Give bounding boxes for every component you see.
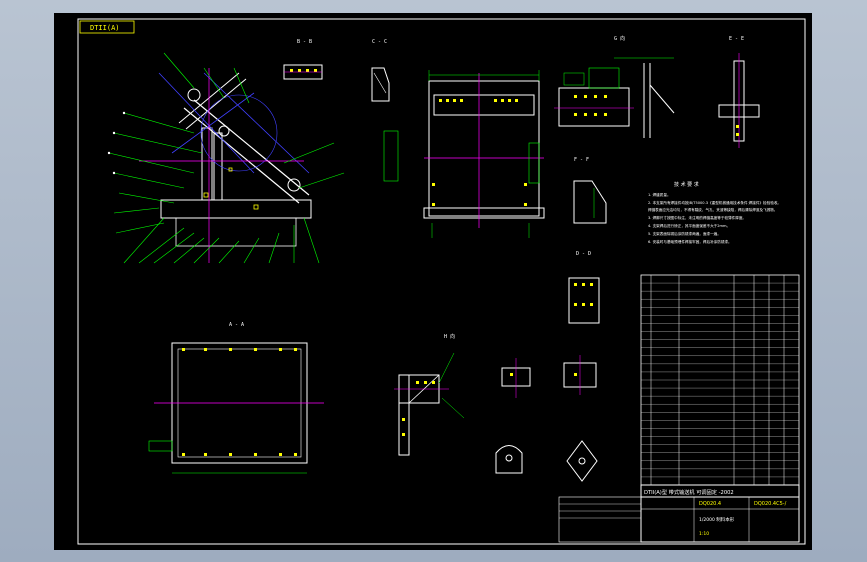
svg-text:4. 支架焊后进行矫正，其平面度误差不大于2mm。: 4. 支架焊后进行矫正，其平面度误差不大于2mm。 [648,223,730,228]
main-title: DTII(A)型 带式输送机 可调固定 -2002 [644,488,734,496]
svg-text:G 向: G 向 [614,35,625,42]
section-e-e-view: E - E [718,36,760,148]
svg-text:C - C: C - C [372,39,387,45]
title-block: DTII(A)型 带式输送机 可调固定 -2002 DQ020.4 DQ020.… [558,484,800,543]
svg-text:技 术 要 求: 技 术 要 求 [674,181,699,188]
svg-text:DTII(A): DTII(A) [90,24,120,32]
svg-text:焊缝表面应光洁均匀，不得有裂纹、气孔、夹渣等缺陷，焊后清除焊: 焊缝表面应光洁均匀，不得有裂纹、气孔、夹渣等缺陷，焊后清除焊渣及飞溅物。 [648,207,777,212]
svg-text:D - D: D - D [576,251,591,257]
part-name: 1/2000 制料本形 [699,516,735,523]
section-d-d-view: D - D [568,251,600,324]
drawing-sheet: DTII(A) B - B C - C G 向 E - E F - F 技 术 … [54,13,812,550]
svg-text:F - F: F - F [574,157,589,163]
cad-drawing: DTII(A) B - B C - C G 向 E - E F - F 技 术 … [77,18,806,545]
detail-view-4 [566,440,598,482]
detail-view-2 [563,355,597,395]
detail-view-3 [495,445,523,474]
main-elevation-view [107,52,345,264]
view-h: H 向 [394,333,465,456]
technical-requirements: 技 术 要 求 1. 焊缝质量。 2. 本支架所有焊接件均按JB/T5000.3… [648,181,781,244]
svg-text:E - E: E - E [729,36,744,42]
svg-text:3. 焊脚尺寸按图中标注，未注明的焊缝高度等于较薄件厚度。: 3. 焊脚尺寸按图中标注，未注明的焊缝高度等于较薄件厚度。 [648,215,746,220]
svg-text:H 向: H 向 [444,333,455,340]
plan-view-a-a: A - A [148,322,324,474]
sheet-code: DQ020.4C5-/ [754,501,787,507]
side-view: G 向 [554,35,675,138]
scale-value: 1:10 [699,531,709,537]
section-f-f-view: F - F [573,157,607,224]
frame-border [77,18,806,545]
section-b-b-view: B - B [283,39,323,80]
svg-text:B - B: B - B [297,39,312,45]
drawing-code-tag: DTII(A) [79,20,135,34]
svg-text:5. 支架表面除锈后涂防锈漆两遍，面漆一遍。: 5. 支架表面除锈后涂防锈漆两遍，面漆一遍。 [648,231,721,236]
detail-view-1 [501,358,531,398]
svg-text:6. 安装时与基础预埋件焊接牢固，焊后补涂防锈漆。: 6. 安装时与基础预埋件焊接牢固，焊后补涂防锈漆。 [648,239,732,244]
section-c-c-view: C - C [371,39,390,102]
drawing-number: DQ020.4 [699,501,721,507]
parts-list-table [640,274,800,486]
svg-text:2. 本支架所有焊接件均按JB/T5000.3《重型机械通用: 2. 本支架所有焊接件均按JB/T5000.3《重型机械通用技术条件 焊接件》检… [648,200,781,205]
svg-text:A - A: A - A [229,322,244,328]
svg-text:1. 焊缝质量。: 1. 焊缝质量。 [648,192,671,197]
front-view [383,70,545,238]
